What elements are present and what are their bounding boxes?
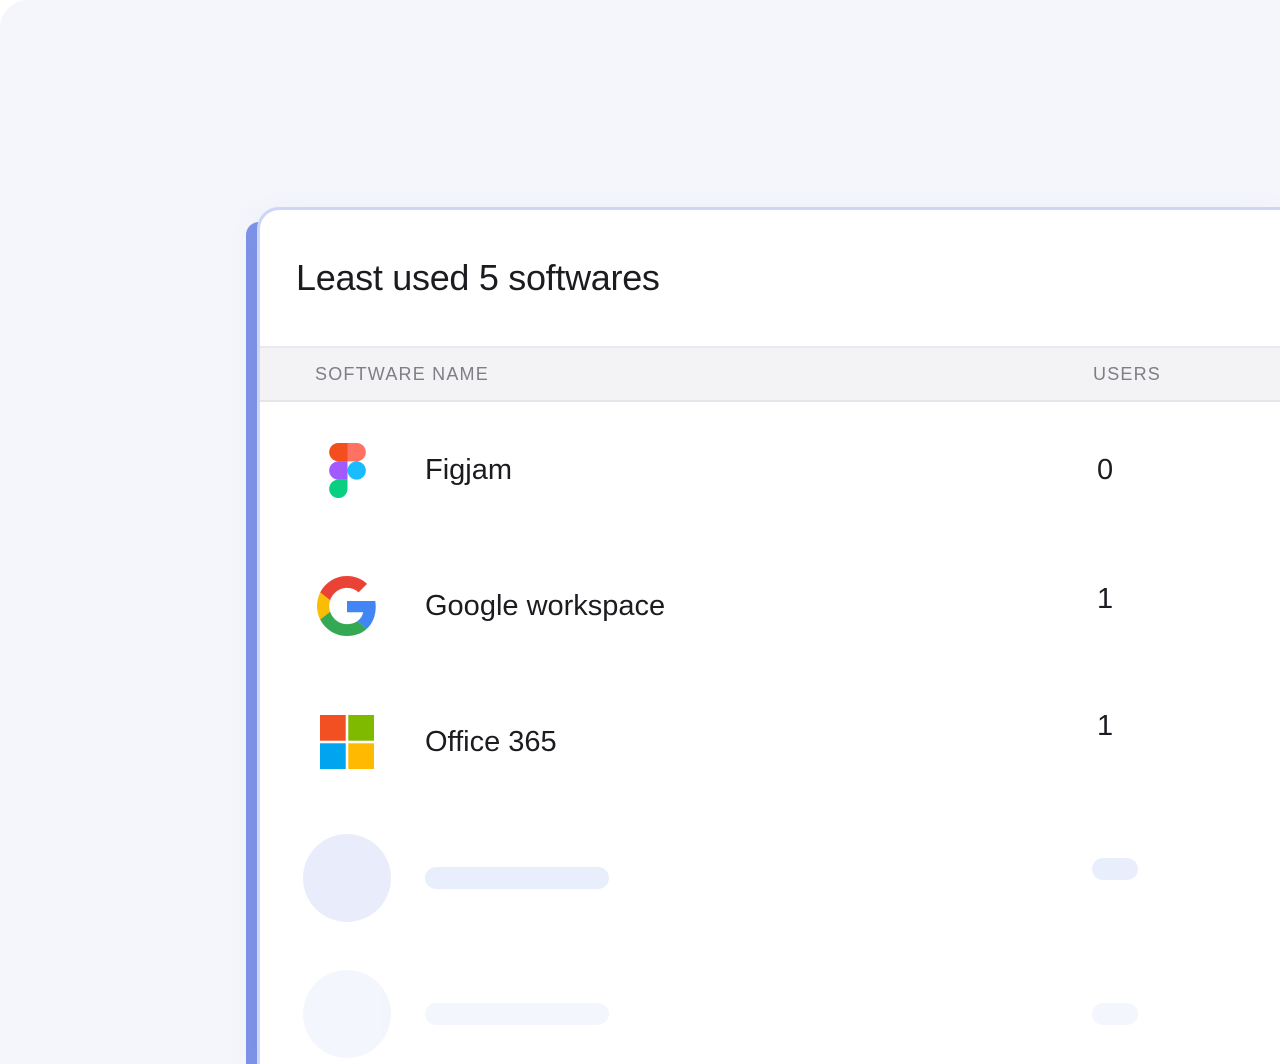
- google-icon: [317, 576, 377, 636]
- table-header: SOFTWARE NAME USERS: [260, 346, 1280, 402]
- software-logo-cell: [303, 698, 391, 786]
- software-logo-cell: [303, 970, 391, 1058]
- software-name-loading: [391, 1003, 1093, 1025]
- software-logo-cell: [303, 834, 391, 922]
- software-users-count: 1: [1093, 710, 1280, 743]
- least-used-softwares-card: Least used 5 softwares SOFTWARE NAME USE…: [257, 207, 1280, 1064]
- table-body: Figjam 0 Google workspace 1: [260, 402, 1280, 1064]
- dashboard-background: Least used 5 softwares SOFTWARE NAME USE…: [0, 0, 1280, 1064]
- microsoft-icon: [320, 715, 374, 769]
- table-row[interactable]: Google workspace 1: [260, 538, 1280, 674]
- table-row-loading: [260, 810, 1280, 946]
- table-row[interactable]: Office 365 1: [260, 674, 1280, 810]
- skeleton-name-bar: [425, 1003, 609, 1025]
- software-users-loading: [1093, 1003, 1280, 1025]
- skeleton-users-pill: [1092, 858, 1138, 880]
- software-logo-cell: [303, 562, 391, 650]
- software-name: Figjam: [391, 454, 1093, 487]
- skeleton-name-bar: [425, 867, 609, 889]
- skeleton-users-pill: [1092, 1003, 1138, 1025]
- software-name: Office 365: [391, 726, 1093, 759]
- card-title: Least used 5 softwares: [296, 210, 660, 346]
- column-header-users: USERS: [1093, 364, 1161, 385]
- software-name-loading: [391, 867, 1093, 889]
- software-name: Google workspace: [391, 590, 1093, 623]
- software-users-loading: [1093, 867, 1280, 889]
- software-users-count: 1: [1093, 583, 1280, 616]
- column-header-software-name: SOFTWARE NAME: [315, 364, 489, 385]
- table-row[interactable]: Figjam 0: [260, 402, 1280, 538]
- table-row-loading: [260, 946, 1280, 1064]
- software-users-count: 0: [1093, 454, 1280, 487]
- software-logo-cell: [303, 426, 391, 514]
- skeleton-avatar: [303, 834, 391, 922]
- figma-icon: [329, 443, 366, 498]
- skeleton-avatar: [303, 970, 391, 1058]
